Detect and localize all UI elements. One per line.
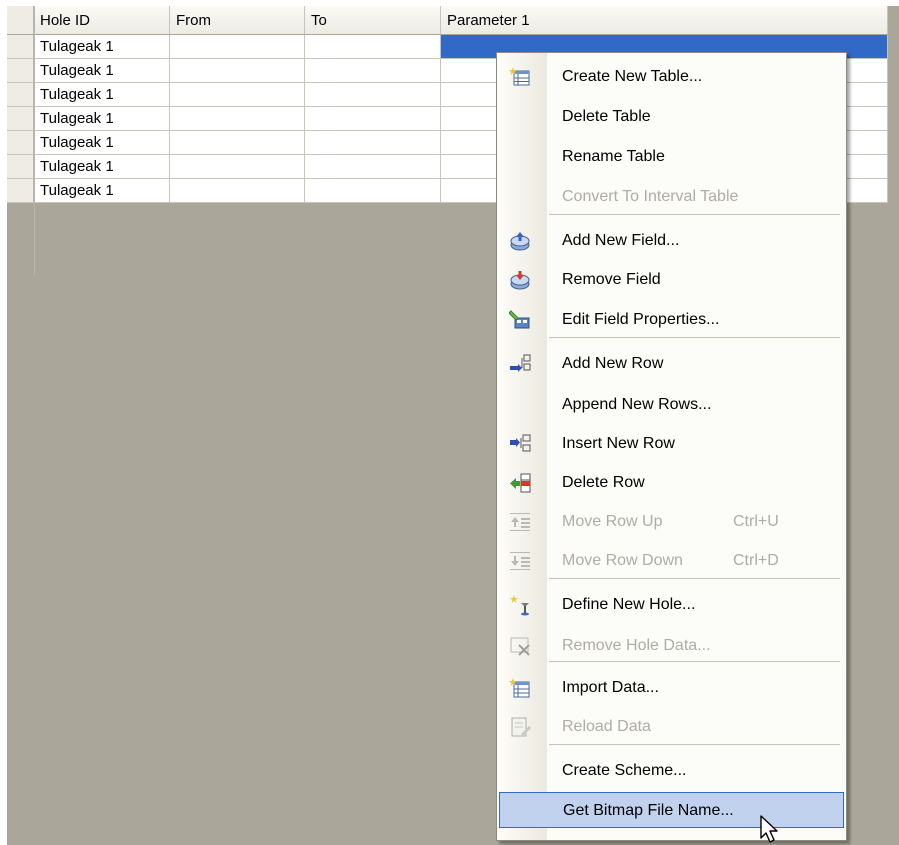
- menu-item-label: Delete Row: [562, 474, 645, 491]
- menu-item-label: Convert To Interval Table: [562, 188, 739, 205]
- cell-to[interactable]: [304, 34, 441, 59]
- menu-item-label: Add New Row: [562, 355, 664, 372]
- menu-item-label: Insert New Row: [562, 435, 675, 452]
- menu-item-shortcut: Ctrl+D: [733, 552, 779, 569]
- cell-to[interactable]: [304, 154, 441, 179]
- cell-hole-id[interactable]: Tulageak 1: [33, 106, 170, 131]
- menu-item-label: Create New Table...: [562, 68, 703, 85]
- cell-from[interactable]: [169, 58, 305, 83]
- menu-item-label: Get Bitmap File Name...: [563, 802, 734, 819]
- cell-to[interactable]: [304, 178, 441, 203]
- menu-item-label: Append New Rows...: [562, 396, 712, 413]
- row-header[interactable]: [7, 178, 34, 203]
- cell-hole-id[interactable]: Tulageak 1: [33, 82, 170, 107]
- menu-item-append-new-rows[interactable]: Append New Rows...: [499, 387, 844, 423]
- menu-item-rename-table[interactable]: Rename Table: [499, 139, 844, 175]
- menu-item-delete-table[interactable]: Delete Table: [499, 99, 844, 135]
- column-header-to[interactable]: To: [304, 6, 441, 35]
- menu-separator: [549, 578, 840, 579]
- menu-item-label: Add New Field...: [562, 232, 680, 249]
- menu-item-label: Import Data...: [562, 679, 659, 696]
- menu-item-add-new-field[interactable]: Add New Field...: [499, 223, 844, 259]
- menu-item-create-new-table[interactable]: Create New Table...: [499, 59, 844, 95]
- menu-item-shortcut: Ctrl+U: [733, 513, 779, 530]
- remove-field-icon: [509, 269, 531, 291]
- row-header[interactable]: [7, 58, 34, 83]
- cell-hole-id[interactable]: Tulageak 1: [33, 154, 170, 179]
- menu-item-insert-new-row[interactable]: Insert New Row: [499, 426, 844, 462]
- column-header-parameter-1[interactable]: Parameter 1: [440, 6, 888, 35]
- menu-separator: [549, 744, 840, 745]
- menu-item-reload-data[interactable]: Reload Data: [499, 709, 844, 745]
- remove-hole-icon: [509, 635, 531, 657]
- cell-from[interactable]: [169, 106, 305, 131]
- menu-item-label: Reload Data: [562, 718, 651, 735]
- row-header[interactable]: [7, 154, 34, 179]
- menu-item-label: Edit Field Properties...: [562, 311, 720, 328]
- context-menu: Create New Table... Delete Table Rename Ta…: [496, 52, 847, 841]
- menu-item-convert-to-interval-table[interactable]: Convert To Interval Table: [499, 179, 844, 215]
- menu-separator: [549, 337, 840, 338]
- cell-hole-id[interactable]: Tulageak 1: [33, 178, 170, 203]
- menu-item-import-data[interactable]: Import Data...: [499, 670, 844, 706]
- add-field-icon: [509, 230, 531, 252]
- cell-from[interactable]: [169, 178, 305, 203]
- menu-item-label: Create Scheme...: [562, 762, 687, 779]
- delete-row-icon: [509, 472, 531, 494]
- menu-item-label: Remove Hole Data...: [562, 637, 711, 654]
- mouse-pointer-icon: [760, 815, 778, 843]
- cell-to[interactable]: [304, 130, 441, 155]
- import-data-icon: [509, 677, 531, 699]
- edit-field-icon: [508, 309, 531, 331]
- cell-hole-id[interactable]: Tulageak 1: [33, 130, 170, 155]
- new-table-icon: [509, 66, 531, 88]
- corner-header[interactable]: [7, 6, 34, 35]
- row-header[interactable]: [7, 82, 34, 107]
- menu-item-delete-row[interactable]: Delete Row: [499, 465, 844, 501]
- menu-item-add-new-row[interactable]: Add New Row: [499, 346, 844, 382]
- header-row: Hole ID From To Parameter 1: [7, 6, 888, 35]
- menu-item-create-scheme[interactable]: Create Scheme...: [499, 753, 844, 789]
- move-row-up-icon: [509, 511, 531, 533]
- move-row-down-icon: [509, 550, 531, 572]
- row-header[interactable]: [7, 34, 34, 59]
- menu-item-label: Delete Table: [562, 108, 651, 125]
- menu-item-label: Remove Field: [562, 271, 661, 288]
- reload-data-icon: [509, 716, 531, 738]
- column-header-from[interactable]: From: [169, 6, 305, 35]
- menu-separator: [549, 661, 840, 662]
- insert-row-icon: [509, 433, 531, 455]
- menu-item-remove-hole-data[interactable]: Remove Hole Data...: [499, 628, 844, 664]
- define-hole-icon: [509, 594, 531, 616]
- cell-hole-id[interactable]: Tulageak 1: [33, 34, 170, 59]
- cell-hole-id[interactable]: Tulageak 1: [33, 58, 170, 83]
- menu-item-edit-field-properties[interactable]: Edit Field Properties...: [499, 302, 844, 338]
- cell-from[interactable]: [169, 154, 305, 179]
- cell-to[interactable]: [304, 82, 441, 107]
- row-header[interactable]: [7, 106, 34, 131]
- add-row-icon: [509, 353, 531, 375]
- menu-item-get-bitmap-file-name[interactable]: Get Bitmap File Name...: [499, 792, 844, 828]
- menu-item-label: Rename Table: [562, 148, 665, 165]
- menu-item-label: Move Row Up: [562, 513, 663, 530]
- cell-from[interactable]: [169, 34, 305, 59]
- menu-item-label: Move Row Down: [562, 552, 683, 569]
- menu-separator: [549, 214, 840, 215]
- cell-from[interactable]: [169, 82, 305, 107]
- cell-to[interactable]: [304, 106, 441, 131]
- row-header[interactable]: [7, 130, 34, 155]
- menu-item-move-row-up[interactable]: Move Row Up Ctrl+U: [499, 504, 844, 540]
- menu-item-define-new-hole[interactable]: Define New Hole...: [499, 587, 844, 623]
- cell-to[interactable]: [304, 58, 441, 83]
- menu-item-remove-field[interactable]: Remove Field: [499, 262, 844, 298]
- menu-item-label: Define New Hole...: [562, 596, 696, 613]
- menu-item-move-row-down[interactable]: Move Row Down Ctrl+D: [499, 543, 844, 579]
- cell-from[interactable]: [169, 130, 305, 155]
- column-header-hole-id[interactable]: Hole ID: [33, 6, 170, 35]
